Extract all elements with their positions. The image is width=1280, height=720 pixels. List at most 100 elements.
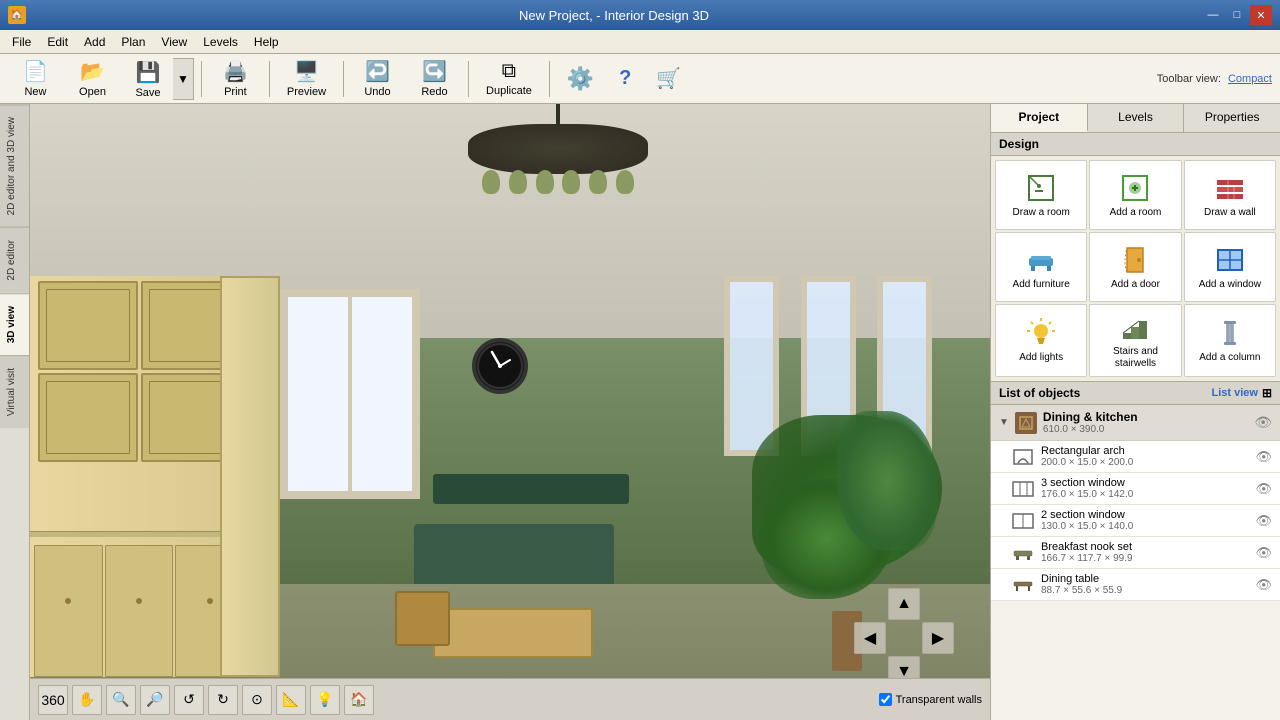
open-button[interactable]: 📂 Open [65, 57, 120, 101]
breakfast-dims: 166.7 × 117.7 × 99.9 [1041, 553, 1249, 564]
duplicate-label: Duplicate [486, 85, 532, 97]
2section-visibility-icon[interactable]: 👁 [1255, 513, 1272, 529]
group-collapse-icon: ▼ [999, 417, 1009, 428]
list-item-3section[interactable]: 3 section window 176.0 × 15.0 × 142.0 👁 [991, 473, 1280, 505]
3d-viewport[interactable]: ▲ ◀ ▶ ▼ 360 ✋ 🔍 🔎 ↺ ↻ ⊙ 📐 💡 🏠 Transparen… [30, 104, 990, 720]
add-door-icon [1119, 244, 1151, 276]
toolbar-separator-5 [549, 61, 550, 97]
nav-home-button[interactable]: 🏠 [344, 685, 374, 715]
light-3 [536, 170, 554, 194]
side-tab-2d[interactable]: 2D editor [0, 227, 29, 293]
toolbar-separator-1 [201, 61, 202, 97]
add-furniture-button[interactable]: Add furniture [995, 232, 1087, 302]
nav-light-button[interactable]: 💡 [310, 685, 340, 715]
close-button[interactable]: ✕ [1250, 5, 1272, 25]
print-icon: 🖨️ [223, 59, 248, 84]
2section-icon [1011, 511, 1035, 531]
preview-label: Preview [287, 86, 326, 98]
compact-link[interactable]: Compact [1228, 73, 1272, 85]
tab-project[interactable]: Project [991, 104, 1088, 132]
titlebar: 🏠 New Project, - Interior Design 3D — □ … [0, 0, 1280, 30]
list-item-arch[interactable]: Rectangular arch 200.0 × 15.0 × 200.0 👁 [991, 441, 1280, 473]
undo-button[interactable]: ↩️ Undo [350, 57, 405, 101]
object-group-dining[interactable]: ▼ Dining & kitchen 610.0 × 390.0 👁 [991, 405, 1280, 441]
store-button[interactable]: 🛒 [645, 57, 692, 101]
breakfast-info: Breakfast nook set 166.7 × 117.7 × 99.9 [1041, 541, 1249, 564]
save-icon: 💾 [136, 60, 161, 85]
arch-visibility-icon[interactable]: 👁 [1255, 449, 1272, 465]
side-tab-virtual[interactable]: Virtual visit [0, 355, 29, 428]
add-column-button[interactable]: Add a column [1184, 304, 1276, 377]
list-header: List of objects List view ⊞ [991, 381, 1280, 405]
preview-icon: 🖥️ [294, 59, 319, 84]
add-window-button[interactable]: Add a window [1184, 232, 1276, 302]
countertop [30, 531, 248, 537]
redo-button[interactable]: ↪️ Redo [407, 57, 462, 101]
tab-properties[interactable]: Properties [1184, 104, 1280, 132]
chair-1 [395, 591, 450, 646]
add-lights-button[interactable]: Add lights [995, 304, 1087, 377]
tab-levels[interactable]: Levels [1088, 104, 1185, 132]
menu-help[interactable]: Help [246, 30, 287, 53]
add-column-icon [1214, 317, 1246, 349]
list-item-dining-table[interactable]: Dining table 88.7 × 55.6 × 55.9 👁 [991, 569, 1280, 601]
nav-arrow-left[interactable]: ◀ [854, 622, 886, 654]
toolbar-separator-3 [343, 61, 344, 97]
side-tab-3d[interactable]: 3D view [0, 293, 29, 355]
maximize-button[interactable]: □ [1226, 5, 1248, 25]
minimize-button[interactable]: — [1202, 5, 1224, 25]
light-1 [482, 170, 500, 194]
list-item-2section[interactable]: 2 section window 130.0 × 15.0 × 140.0 👁 [991, 505, 1280, 537]
coffee-table [433, 608, 593, 658]
arch-info: Rectangular arch 200.0 × 15.0 × 200.0 [1041, 445, 1249, 468]
transparent-walls-control[interactable]: Transparent walls [879, 693, 982, 706]
duplicate-button[interactable]: ⧉ Duplicate [475, 57, 543, 101]
2section-dims: 130.0 × 15.0 × 140.0 [1041, 521, 1249, 532]
nav-measure-button[interactable]: 📐 [276, 685, 306, 715]
draw-room-button[interactable]: Draw a room [995, 160, 1087, 230]
menu-view[interactable]: View [153, 30, 195, 53]
nav-360-button[interactable]: 360 [38, 685, 68, 715]
settings-button[interactable]: ⚙️ [556, 57, 605, 101]
group-visibility-icon[interactable]: 👁 [1254, 414, 1272, 431]
transparent-walls-checkbox[interactable] [879, 693, 892, 706]
nav-zoomin-button[interactable]: 🔎 [140, 685, 170, 715]
add-room-button[interactable]: Add a room [1089, 160, 1181, 230]
stairs-icon [1119, 311, 1151, 343]
add-door-button[interactable]: Add a door [1089, 232, 1181, 302]
list-view-button[interactable]: List view ⊞ [1211, 386, 1272, 400]
nav-rotate-left-button[interactable]: ↺ [174, 685, 204, 715]
nav-zoomout-button[interactable]: 🔍 [106, 685, 136, 715]
3section-visibility-icon[interactable]: 👁 [1255, 481, 1272, 497]
dining-table-visibility-icon[interactable]: 👁 [1255, 577, 1272, 593]
print-button[interactable]: 🖨️ Print [208, 57, 263, 101]
menu-levels[interactable]: Levels [195, 30, 246, 53]
list-item-breakfast[interactable]: Breakfast nook set 166.7 × 117.7 × 99.9 … [991, 537, 1280, 569]
nav-pan-button[interactable]: ✋ [72, 685, 102, 715]
nav-orbit-button[interactable]: ⊙ [242, 685, 272, 715]
menu-plan[interactable]: Plan [113, 30, 153, 53]
save-button[interactable]: 💾 Save [123, 58, 173, 102]
breakfast-visibility-icon[interactable]: 👁 [1255, 545, 1272, 561]
nav-arrow-right[interactable]: ▶ [922, 622, 954, 654]
save-dropdown-button[interactable]: ▼ [173, 58, 194, 100]
nav-rotate-right-button[interactable]: ↻ [208, 685, 238, 715]
stairs-button[interactable]: Stairs and stairwells [1089, 304, 1181, 377]
right-wall-window-1 [724, 276, 779, 456]
menu-file[interactable]: File [4, 30, 39, 53]
draw-wall-button[interactable]: Draw a wall [1184, 160, 1276, 230]
side-tab-2d3d[interactable]: 2D editor and 3D view [0, 104, 29, 227]
scene: ▲ ◀ ▶ ▼ [30, 104, 990, 720]
main-area: 2D editor and 3D view 2D editor 3D view … [0, 104, 1280, 720]
menu-edit[interactable]: Edit [39, 30, 76, 53]
list-view-label: List view [1211, 387, 1257, 399]
help-button[interactable]: ? [607, 57, 643, 101]
undo-label: Undo [364, 86, 390, 98]
preview-button[interactable]: 🖥️ Preview [276, 57, 337, 101]
nav-arrow-up[interactable]: ▲ [888, 588, 920, 620]
arch-icon [1011, 447, 1035, 467]
window-pane-right [352, 297, 412, 491]
menu-add[interactable]: Add [76, 30, 113, 53]
new-button[interactable]: 📄 New [8, 57, 63, 101]
dining-table-icon [1011, 575, 1035, 595]
